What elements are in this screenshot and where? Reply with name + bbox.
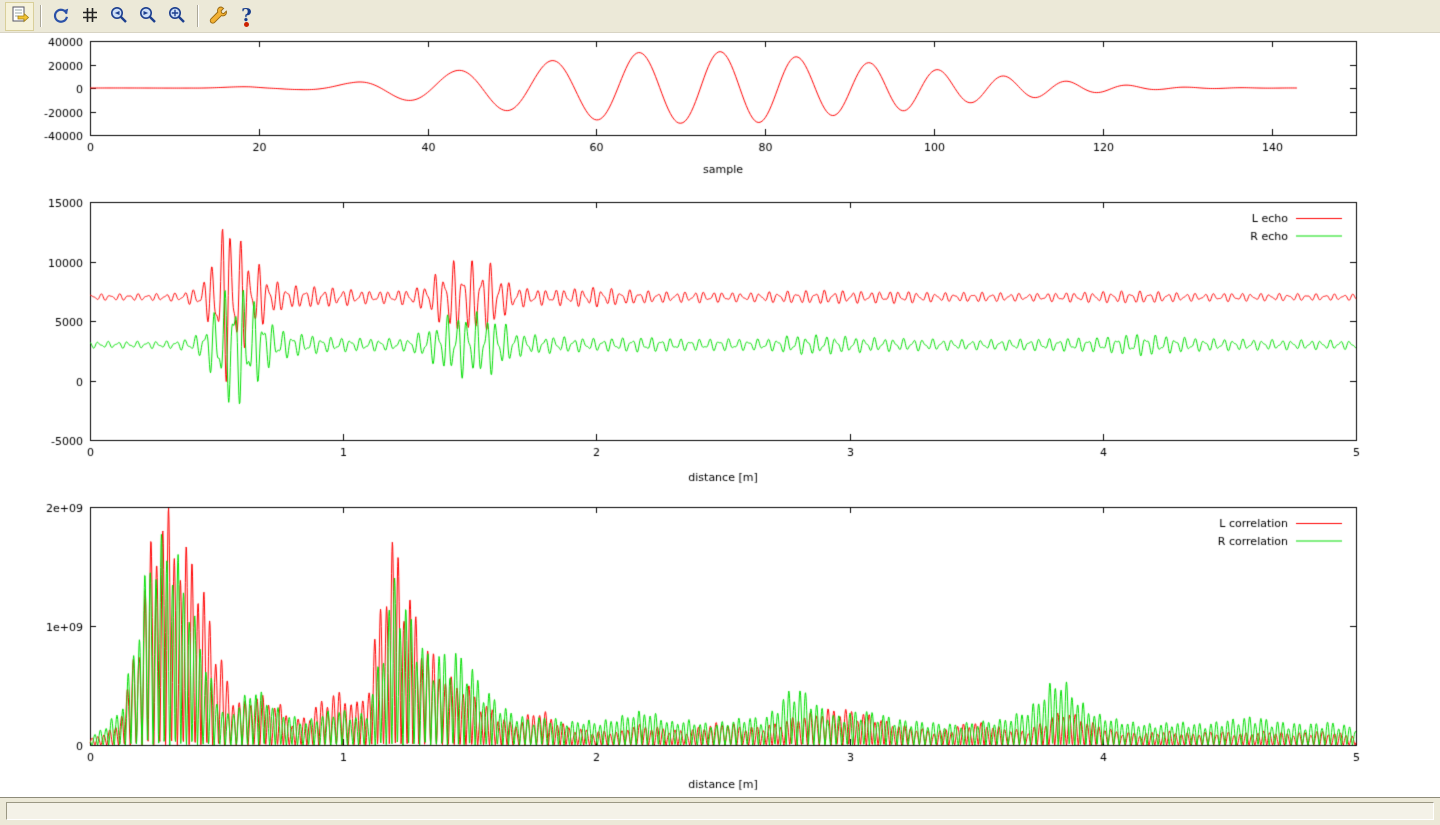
status-bar (0, 797, 1440, 825)
config-button[interactable] (204, 3, 231, 30)
replot-icon (51, 5, 71, 28)
copy-to-clipboard-button[interactable] (6, 3, 33, 30)
correlation-chart[interactable] (0, 500, 1440, 797)
zoom-previous-button[interactable] (105, 3, 132, 30)
gnuplot-window: ? (0, 0, 1440, 825)
excitation-signal-chart[interactable] (0, 33, 1440, 195)
grid-icon (81, 6, 99, 27)
config-icon (208, 5, 228, 28)
zoom-previous-icon (109, 5, 129, 28)
autoscale-button[interactable] (163, 3, 190, 30)
zoom-next-button[interactable] (134, 3, 161, 30)
toolbar-separator (40, 5, 42, 27)
replot-button[interactable] (47, 3, 74, 30)
echo-signals-chart[interactable] (0, 195, 1440, 500)
copy-plot-icon (10, 5, 30, 28)
grid-toggle-button[interactable] (76, 3, 103, 30)
help-button[interactable]: ? (233, 3, 260, 30)
status-field (6, 802, 1434, 820)
toolbar-separator (197, 5, 199, 27)
plot-area (0, 33, 1440, 797)
autoscale-icon (167, 5, 187, 28)
zoom-next-icon (138, 5, 158, 28)
help-icon-dot (244, 22, 249, 27)
toolbar: ? (0, 0, 1440, 33)
